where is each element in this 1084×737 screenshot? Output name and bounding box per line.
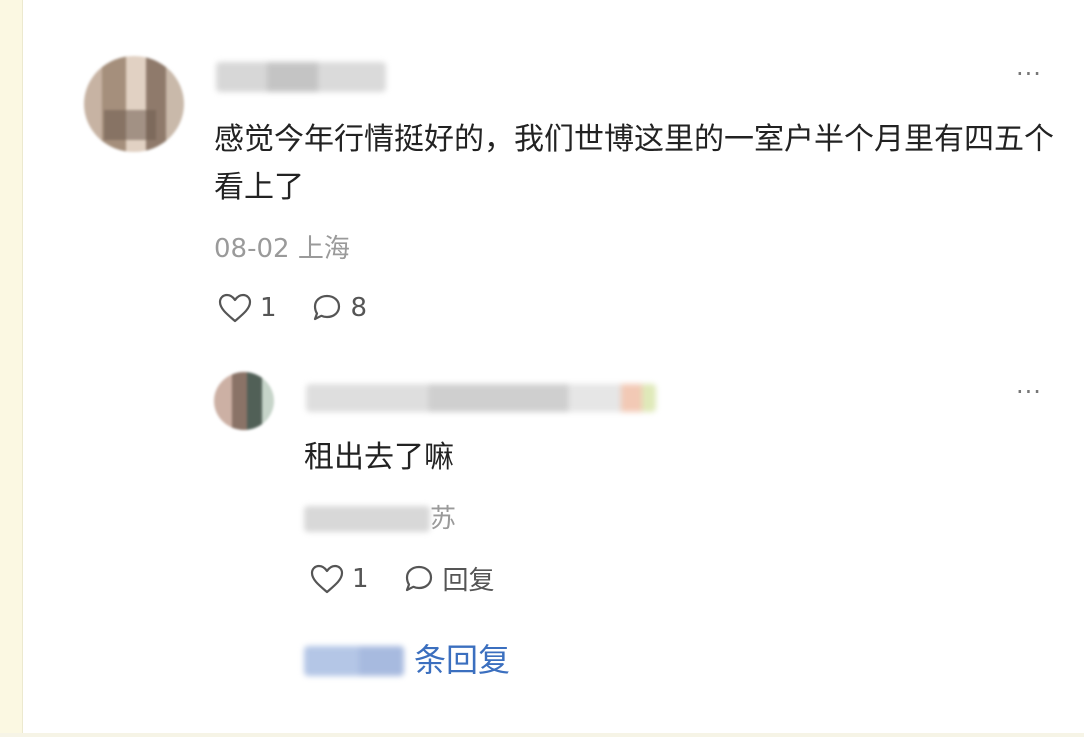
- reply-actions: 1 回复: [310, 560, 529, 597]
- reply-button-label: 回复: [442, 566, 495, 596]
- reply-count: 8: [350, 293, 368, 323]
- comment-bubble-icon: [405, 565, 432, 591]
- avatar[interactable]: [84, 56, 184, 152]
- reply-like-count: 1: [352, 563, 369, 594]
- left-edge-strip: [0, 0, 23, 737]
- heart-outline-icon: [310, 564, 344, 593]
- reply-text: 租出去了嘛: [304, 440, 454, 475]
- reply-date-blurred: [304, 506, 430, 532]
- reply-avatar[interactable]: [214, 372, 274, 430]
- reply-more-options-icon[interactable]: ···: [1016, 380, 1042, 404]
- username-blurred[interactable]: [216, 62, 386, 92]
- expand-replies-blurred[interactable]: [304, 646, 404, 676]
- reply-username-blurred[interactable]: [306, 384, 656, 412]
- heart-outline-icon: [218, 293, 252, 323]
- like-count: 1: [260, 293, 277, 323]
- comment-bubble-icon: [313, 294, 340, 321]
- comment-date-location: 08-02 上海: [214, 234, 350, 264]
- bottom-edge-strip: [0, 733, 1084, 737]
- expand-replies-link[interactable]: 条回复: [414, 640, 510, 680]
- reply-button[interactable]: 回复: [403, 560, 495, 597]
- reply-like-button[interactable]: 1: [310, 564, 369, 594]
- comment-actions: 1 8: [218, 292, 401, 324]
- reply-location: 苏: [430, 504, 457, 534]
- comment-button[interactable]: 8: [311, 292, 368, 324]
- like-button[interactable]: 1: [218, 293, 277, 323]
- comment-text: 感觉今年行情挺好的，我们世博这里的一室户半个月里有四五个看上了: [214, 122, 1054, 205]
- more-options-icon[interactable]: ···: [1016, 62, 1042, 86]
